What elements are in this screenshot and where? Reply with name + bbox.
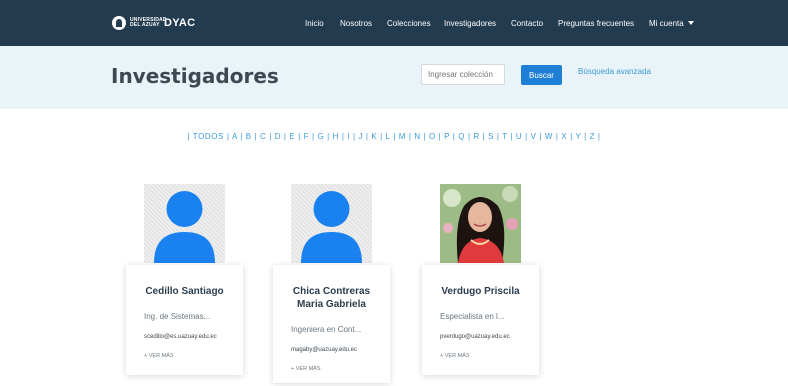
nav-contacto[interactable]: Contacto bbox=[511, 0, 543, 46]
alphabet-filter[interactable]: | TODOS | A | B | C | D | E | F | G | H … bbox=[0, 132, 788, 141]
chevron-down-icon bbox=[687, 21, 694, 25]
see-more-link[interactable]: + VER MÁS bbox=[144, 353, 243, 359]
nav-inicio[interactable]: Inicio bbox=[305, 0, 324, 46]
researcher-photo[interactable] bbox=[291, 184, 372, 263]
researcher-card: Chica Contreras Maria Gabriela Ingeniera… bbox=[273, 265, 390, 383]
see-more-link[interactable]: + VER MÁS bbox=[291, 366, 390, 372]
nav-nosotros[interactable]: Nosotros bbox=[340, 0, 372, 46]
logo-university-text: UNIVERSIDAD DEL AZUAY bbox=[130, 17, 167, 28]
researcher-photo[interactable] bbox=[144, 184, 225, 263]
avatar-icon bbox=[301, 191, 362, 263]
see-more-link[interactable]: + VER MÁS bbox=[440, 353, 539, 359]
researcher-card: Cedillo Santiago Ing. de Sistemas... sce… bbox=[126, 265, 243, 375]
portrait-photo bbox=[440, 184, 521, 263]
researcher-email: scedillo@es.uazuay.edu.ec bbox=[144, 334, 217, 340]
researcher-role: Ingeniera en Cont... bbox=[291, 325, 362, 334]
researcher-name[interactable]: Verdugo Priscila bbox=[422, 285, 539, 298]
researcher-email: pverdugo@uazuay.edu.ec bbox=[440, 334, 510, 340]
search-button[interactable]: Buscar bbox=[521, 65, 562, 85]
researcher-role: Especialista en l... bbox=[440, 312, 505, 321]
nav-investigadores[interactable]: Investigadores bbox=[444, 0, 496, 46]
top-navbar: UNIVERSIDAD DEL AZUAY DYAC Inicio Nosotr… bbox=[0, 0, 788, 46]
page-title: Investigadores bbox=[111, 64, 279, 88]
university-seal-icon bbox=[112, 16, 126, 30]
nav-mi-cuenta[interactable]: Mi cuenta bbox=[649, 0, 694, 46]
nav-preguntas-frecuentes[interactable]: Preguntas frecuentes bbox=[558, 0, 634, 46]
researcher-name[interactable]: Chica Contreras Maria Gabriela bbox=[273, 285, 390, 311]
researcher-card: Verdugo Priscila Especialista en l... pv… bbox=[422, 265, 539, 375]
advanced-search-link[interactable]: Búsqueda avanzada bbox=[578, 67, 651, 76]
researcher-email: magaby@uazuay.edu.ec bbox=[291, 347, 358, 353]
logo[interactable]: UNIVERSIDAD DEL AZUAY DYAC bbox=[112, 16, 195, 30]
collection-search-input[interactable] bbox=[421, 64, 505, 85]
account-label: Mi cuenta bbox=[649, 18, 684, 28]
researcher-photo[interactable] bbox=[440, 184, 521, 263]
avatar-icon bbox=[154, 191, 215, 263]
logo-brand: DYAC bbox=[164, 17, 196, 29]
researcher-role: Ing. de Sistemas... bbox=[144, 312, 211, 321]
nav-colecciones[interactable]: Colecciones bbox=[387, 0, 431, 46]
researcher-name[interactable]: Cedillo Santiago bbox=[126, 285, 243, 298]
